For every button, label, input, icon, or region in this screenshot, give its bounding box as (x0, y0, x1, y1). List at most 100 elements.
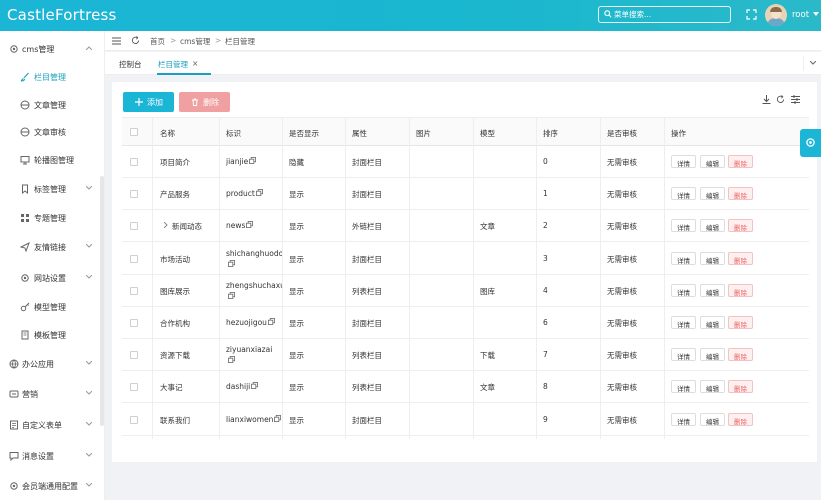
row-checkbox[interactable] (130, 286, 138, 295)
detail-button[interactable]: 详情 (671, 187, 696, 201)
copy-icon[interactable] (228, 356, 235, 364)
sidebar-scrollbar[interactable] (100, 176, 104, 426)
sidebar-item-templates[interactable]: 模板管理 (0, 321, 100, 349)
table-row[interactable]: 大事记 dashiji 显示 列表栏目 文章 8 无需审核 详情 编辑 删除 (122, 371, 809, 404)
edit-button[interactable]: 编辑 (700, 283, 725, 297)
breadcrumb-cms[interactable]: cms管理 (180, 36, 210, 47)
table-row[interactable]: 产品服务 product 显示 封面栏目 1 无需审核 详情 编辑 删除 (122, 178, 809, 211)
avatar[interactable] (765, 4, 787, 26)
row-sort: 3 (543, 253, 548, 263)
row-delete-button[interactable]: 删除 (728, 251, 753, 265)
table-row[interactable]: 项目简介 jianjie 隐藏 封面栏目 0 无需审核 详情 编辑 删除 (122, 146, 809, 178)
detail-button[interactable]: 详情 (671, 316, 696, 329)
row-checkbox[interactable] (130, 351, 138, 360)
row-key-text: hezuojigou (226, 318, 267, 327)
menu-toggle-icon[interactable] (112, 37, 121, 45)
chevron-down-icon[interactable] (813, 12, 819, 16)
detail-button[interactable]: 详情 (671, 155, 696, 168)
edit-button[interactable]: 编辑 (700, 219, 725, 233)
select-all-checkbox[interactable] (130, 128, 138, 136)
row-visible: 显示 (289, 319, 304, 328)
row-checkbox[interactable] (130, 254, 138, 263)
table-row[interactable]: 新闻动态 news 显示 外链栏目 文章 2 无需审核 详情 编辑 删除 (122, 210, 809, 243)
tab-dashboard[interactable]: 控制台 (119, 52, 142, 75)
table-row[interactable]: 联系我们 lianxiwomen 显示 封面栏目 9 无需审核 详情 编辑 删除 (122, 404, 809, 436)
row-key-text: news (226, 221, 246, 231)
edit-button[interactable]: 编辑 (700, 155, 725, 168)
row-delete-button[interactable]: 删除 (728, 348, 753, 362)
sidebar-item-marketing[interactable]: 营销 (0, 380, 100, 408)
tab-more[interactable] (803, 56, 821, 71)
edit-button[interactable]: 编辑 (700, 251, 725, 265)
export-icon[interactable] (762, 95, 771, 104)
copy-icon[interactable] (249, 157, 257, 164)
detail-button[interactable]: 详情 (671, 380, 696, 394)
menu-search[interactable] (598, 6, 731, 23)
tab-close-icon[interactable]: × (192, 59, 198, 68)
sidebar-item-office[interactable]: 办公应用 (0, 350, 100, 378)
edit-button[interactable]: 编辑 (700, 380, 725, 394)
sidebar-item-topics[interactable]: 专题管理 (0, 204, 100, 232)
copy-icon[interactable] (228, 259, 235, 267)
search-input[interactable] (614, 8, 726, 21)
edit-button[interactable]: 编辑 (700, 187, 725, 201)
sidebar-item-models[interactable]: 模型管理 (0, 293, 100, 321)
copy-icon[interactable] (228, 291, 235, 299)
detail-button[interactable]: 详情 (671, 283, 696, 297)
edit-button[interactable]: 编辑 (700, 348, 725, 362)
copy-icon[interactable] (255, 189, 263, 197)
delete-button[interactable]: 删除 (179, 92, 230, 112)
edit-button[interactable]: 编辑 (700, 412, 725, 426)
copy-icon[interactable] (274, 414, 282, 422)
row-delete-button[interactable]: 删除 (728, 187, 753, 201)
row-delete-button[interactable]: 删除 (728, 219, 753, 233)
table-row[interactable]: 合作机构 hezuojigou 显示 封面栏目 6 无需审核 详情 编辑 删除 (122, 307, 809, 339)
table-row[interactable]: 图库展示 zhengshuchaxu 显示 列表栏目 图库 4 无需审核 详情 编辑 删除 (122, 275, 809, 307)
row-checkbox[interactable] (130, 190, 138, 199)
fullscreen-icon[interactable] (746, 9, 757, 20)
sidebar-item-column[interactable]: 栏目管理 (0, 63, 100, 91)
copy-icon[interactable] (267, 318, 275, 325)
sidebar-item-articles[interactable]: 文章管理 (0, 91, 100, 119)
row-delete-button[interactable]: 删除 (728, 316, 753, 329)
top-bar: CastleFortress root (0, 0, 821, 31)
row-checkbox[interactable] (130, 319, 138, 327)
sidebar-item-custom-forms[interactable]: 自定义表单 (0, 411, 100, 439)
tab-column-management[interactable]: 栏目管理 (157, 52, 211, 75)
table-row[interactable]: 市场活动 shichanghuodo 显示 封面栏目 3 无需审核 详情 编辑 删除 (122, 243, 809, 275)
refresh-icon[interactable] (776, 95, 785, 104)
sidebar-item-links[interactable]: 友情链接 (0, 233, 100, 261)
sidebar-item-member-config[interactable]: 会员端通用配置 (0, 472, 100, 500)
column-settings-icon[interactable] (791, 95, 800, 104)
chevron-right-icon[interactable] (164, 222, 168, 229)
copy-icon[interactable] (246, 221, 254, 229)
breadcrumb-home[interactable]: 首页 (150, 36, 165, 47)
row-delete-button[interactable]: 删除 (728, 155, 753, 168)
row-checkbox[interactable] (130, 383, 138, 392)
sidebar-item-cms[interactable]: cms管理 (0, 35, 100, 63)
edit-button[interactable]: 编辑 (700, 316, 725, 329)
add-button[interactable]: 添加 (123, 92, 174, 112)
row-checkbox[interactable] (130, 415, 138, 424)
copy-icon[interactable] (251, 382, 259, 390)
table-row[interactable]: 资源下载 ziyuanxiazai 显示 列表栏目 下载 7 无需审核 详情 编辑 删除 (122, 339, 809, 372)
sidebar-item-review[interactable]: 文章审核 (0, 118, 100, 146)
row-checkbox[interactable] (130, 158, 138, 166)
row-checkbox[interactable] (130, 222, 138, 231)
detail-button[interactable]: 详情 (671, 219, 696, 233)
sidebar-item-messages[interactable]: 消息设置 (0, 442, 100, 470)
settings-fab[interactable] (800, 129, 821, 157)
detail-button[interactable]: 详情 (671, 412, 696, 426)
refresh-icon[interactable] (131, 36, 140, 45)
sidebar-item-tags[interactable]: 标签管理 (0, 175, 100, 203)
sidebar-item-site-settings[interactable]: 网站设置 (0, 264, 100, 292)
row-delete-button[interactable]: 删除 (728, 283, 753, 297)
detail-button[interactable]: 详情 (671, 348, 696, 362)
username[interactable]: root (792, 10, 809, 20)
row-delete-button[interactable]: 删除 (728, 412, 753, 426)
app-logo[interactable]: CastleFortress (7, 6, 117, 24)
detail-button[interactable]: 详情 (671, 251, 696, 265)
sidebar-item-carousel[interactable]: 轮播图管理 (0, 146, 100, 174)
disc-icon (20, 100, 30, 110)
row-delete-button[interactable]: 删除 (728, 380, 753, 394)
